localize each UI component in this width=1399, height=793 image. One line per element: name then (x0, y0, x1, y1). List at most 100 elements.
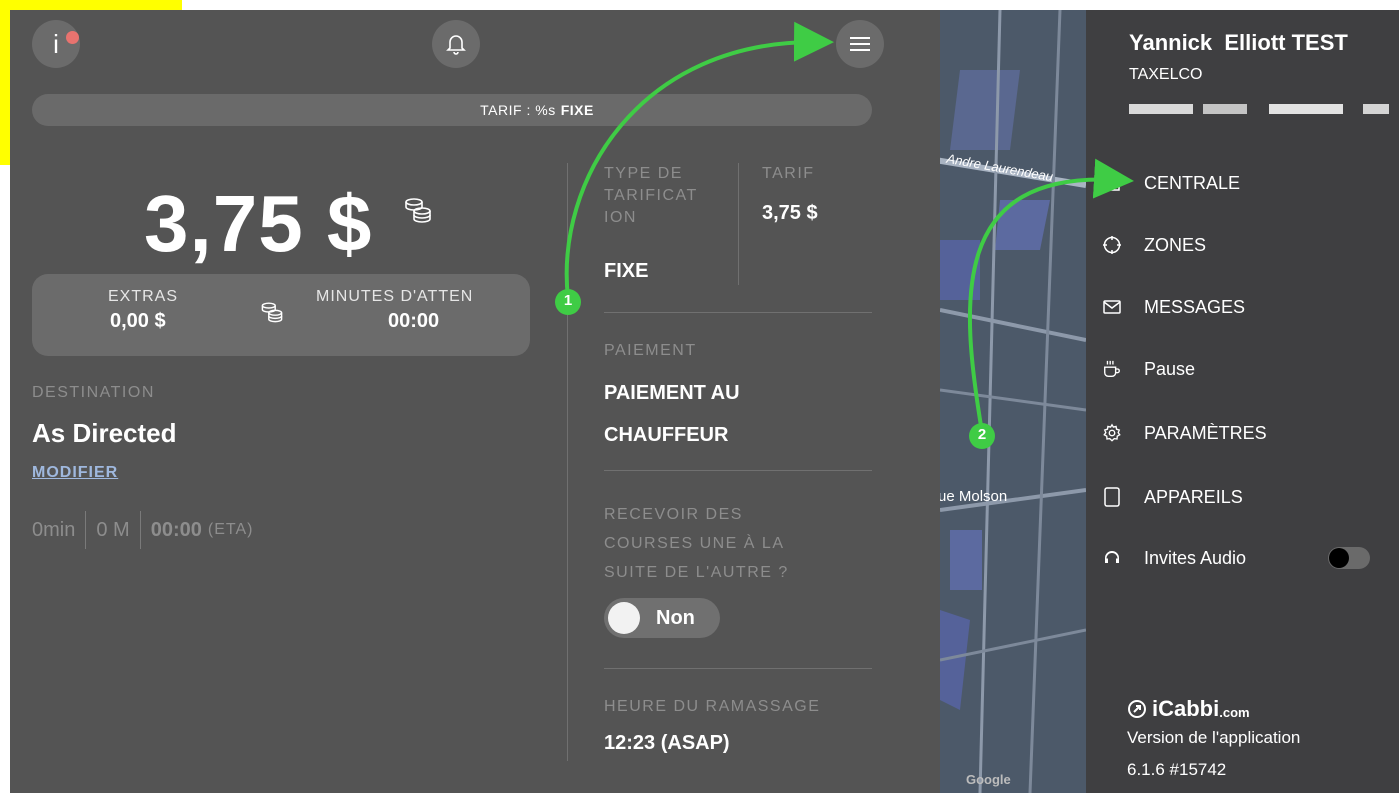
toggle-knob (608, 602, 640, 634)
wait-minutes-value: 00:00 (388, 310, 440, 332)
redacted-block (1363, 104, 1389, 114)
consecutive-rides-label-line: RECEVOIR DES (604, 506, 743, 523)
app-version-value: 6.1.6 #15742 (1127, 760, 1227, 779)
google-logo: Google (966, 772, 1011, 787)
notifications-button[interactable] (432, 20, 480, 68)
annotation-number-2: 2 (977, 426, 987, 443)
fare-type-label: TYPE DE TARIFICAT ION (604, 163, 698, 229)
menu-item-label: PARAMÈTRES (1144, 422, 1267, 443)
payment-label: PAIEMENT (604, 342, 697, 359)
menu-item-parametres[interactable]: PARAMÈTRES (1103, 418, 1267, 448)
section-divider (604, 470, 872, 471)
section-divider (604, 668, 872, 669)
stat-divider (85, 511, 87, 549)
hamburger-icon (850, 37, 870, 51)
eta-label: (ETA) (207, 521, 254, 538)
consecutive-rides-label-line: SUITE DE L'AUTRE ? (604, 564, 789, 581)
menu-item-zones[interactable]: ZONES (1103, 230, 1207, 260)
mail-icon (1102, 297, 1122, 317)
pickup-time-value: 12:23 (ASAP) (604, 732, 730, 754)
trip-duration: 0min (32, 518, 76, 541)
consecutive-rides-toggle[interactable]: Non (604, 598, 720, 638)
consecutive-rides-label: RECEVOIR DES COURSES UNE À LA SUITE DE L… (604, 500, 789, 587)
bell-icon (446, 35, 466, 55)
info-button[interactable]: i (32, 20, 80, 68)
notification-dot (66, 31, 79, 44)
target-icon (1102, 235, 1122, 255)
fare-type-label-line: ION (604, 209, 637, 226)
redacted-block (1247, 104, 1269, 114)
trip-stats: 0min 0 M 00:00 (ETA) (32, 510, 253, 550)
menu-item-label: APPAREILS (1144, 486, 1243, 507)
menu-button[interactable] (836, 20, 884, 68)
home-icon (1102, 173, 1122, 193)
payment-value: PAIEMENT AU CHAUFFEUR (604, 372, 740, 456)
invites-audio-toggle[interactable] (1328, 547, 1370, 569)
redacted-block (1343, 104, 1363, 114)
menu-item-pause[interactable]: Pause (1104, 354, 1196, 384)
redacted-block (1129, 104, 1193, 114)
redacted-info (1129, 104, 1399, 114)
destination-value: As Directed (32, 418, 177, 448)
toggle-knob (1329, 548, 1349, 568)
tarif-value: 3,75 $ (762, 202, 818, 224)
consecutive-rides-label-line: COURSES UNE À LA (604, 535, 785, 552)
fare-type-value: FIXE (604, 260, 649, 282)
redacted-block (1203, 104, 1247, 114)
map-view[interactable]: Andre Laurendeau ue Molson Google (940, 10, 1086, 793)
consecutive-rides-toggle-label: Non (656, 607, 695, 629)
modify-destination-link[interactable]: MODIFIER (32, 464, 118, 482)
eta-time: 00:00 (150, 518, 202, 541)
company-name: TAXELCO (1129, 66, 1203, 83)
trip-panel: i TARIF : %s FIXE 3,75 $ EXTRAS 0,00 $ M… (10, 10, 940, 793)
tarif-bar-prefix: TARIF : %s (480, 102, 556, 118)
app-window: i TARIF : %s FIXE 3,75 $ EXTRAS 0,00 $ M… (10, 10, 1399, 793)
wait-minutes-label: MINUTES D'ATTEN (316, 288, 474, 305)
annotation-number-1: 1 (563, 292, 573, 309)
info-icon: i (53, 28, 59, 59)
headphones-icon (1102, 548, 1122, 568)
coins-icon (261, 302, 283, 323)
app-version-label: Version de l'application (1127, 728, 1301, 747)
brand-logo: iCabbi .com (1127, 696, 1250, 722)
menu-item-invites-audio[interactable]: Invites Audio (1105, 543, 1247, 573)
column-divider (567, 163, 568, 761)
destination-label: DESTINATION (32, 384, 155, 401)
redacted-block (1193, 104, 1203, 114)
map-streets (940, 10, 1086, 793)
fare-type-label-line: TYPE DE (604, 165, 683, 182)
extras-label: EXTRAS (108, 288, 179, 305)
fare-type-divider (738, 163, 739, 285)
side-drawer: Yannick Elliott TEST TAXELCO CENTRALE ZO… (1086, 10, 1399, 793)
map-street-label: ue Molson (940, 488, 1008, 505)
menu-item-appareils[interactable]: APPAREILS (1104, 482, 1243, 512)
coffee-cup-icon (1102, 359, 1122, 379)
user-name: Yannick Elliott TEST (1129, 30, 1348, 55)
coins-icon (405, 198, 431, 223)
brand-suffix: .com (1219, 704, 1250, 720)
menu-item-label: ZONES (1144, 234, 1207, 255)
payment-value-line: PAIEMENT AU (604, 382, 740, 404)
trip-distance: 0 M (96, 518, 130, 541)
tarif-bar-type: FIXE (560, 102, 594, 118)
menu-item-label: CENTRALE (1144, 172, 1241, 193)
icabbi-logo-icon (1128, 700, 1146, 718)
menu-item-messages[interactable]: MESSAGES (1103, 292, 1246, 322)
tarif-label: TARIF (762, 165, 815, 182)
tarif-bar: TARIF : %s FIXE (32, 94, 872, 126)
menu-item-centrale[interactable]: CENTRALE (1104, 168, 1241, 198)
menu-item-label: Pause (1144, 358, 1196, 379)
brand-name: iCabbi (1152, 696, 1220, 721)
pickup-time-label: HEURE DU RAMASSAGE (604, 698, 821, 715)
menu-item-label: Invites Audio (1144, 547, 1247, 568)
tablet-icon (1102, 487, 1122, 507)
fare-type-label-line: TARIFICAT (604, 187, 698, 204)
stat-divider (139, 511, 141, 549)
section-divider (604, 312, 872, 313)
menu-item-label: MESSAGES (1144, 296, 1246, 317)
payment-value-line: CHAUFFEUR (604, 424, 729, 446)
extras-box[interactable]: EXTRAS 0,00 $ MINUTES D'ATTEN 00:00 (32, 274, 530, 356)
fare-amount: 3,75 $ (144, 179, 373, 268)
extras-value: 0,00 $ (110, 310, 166, 332)
gear-icon (1102, 423, 1122, 443)
